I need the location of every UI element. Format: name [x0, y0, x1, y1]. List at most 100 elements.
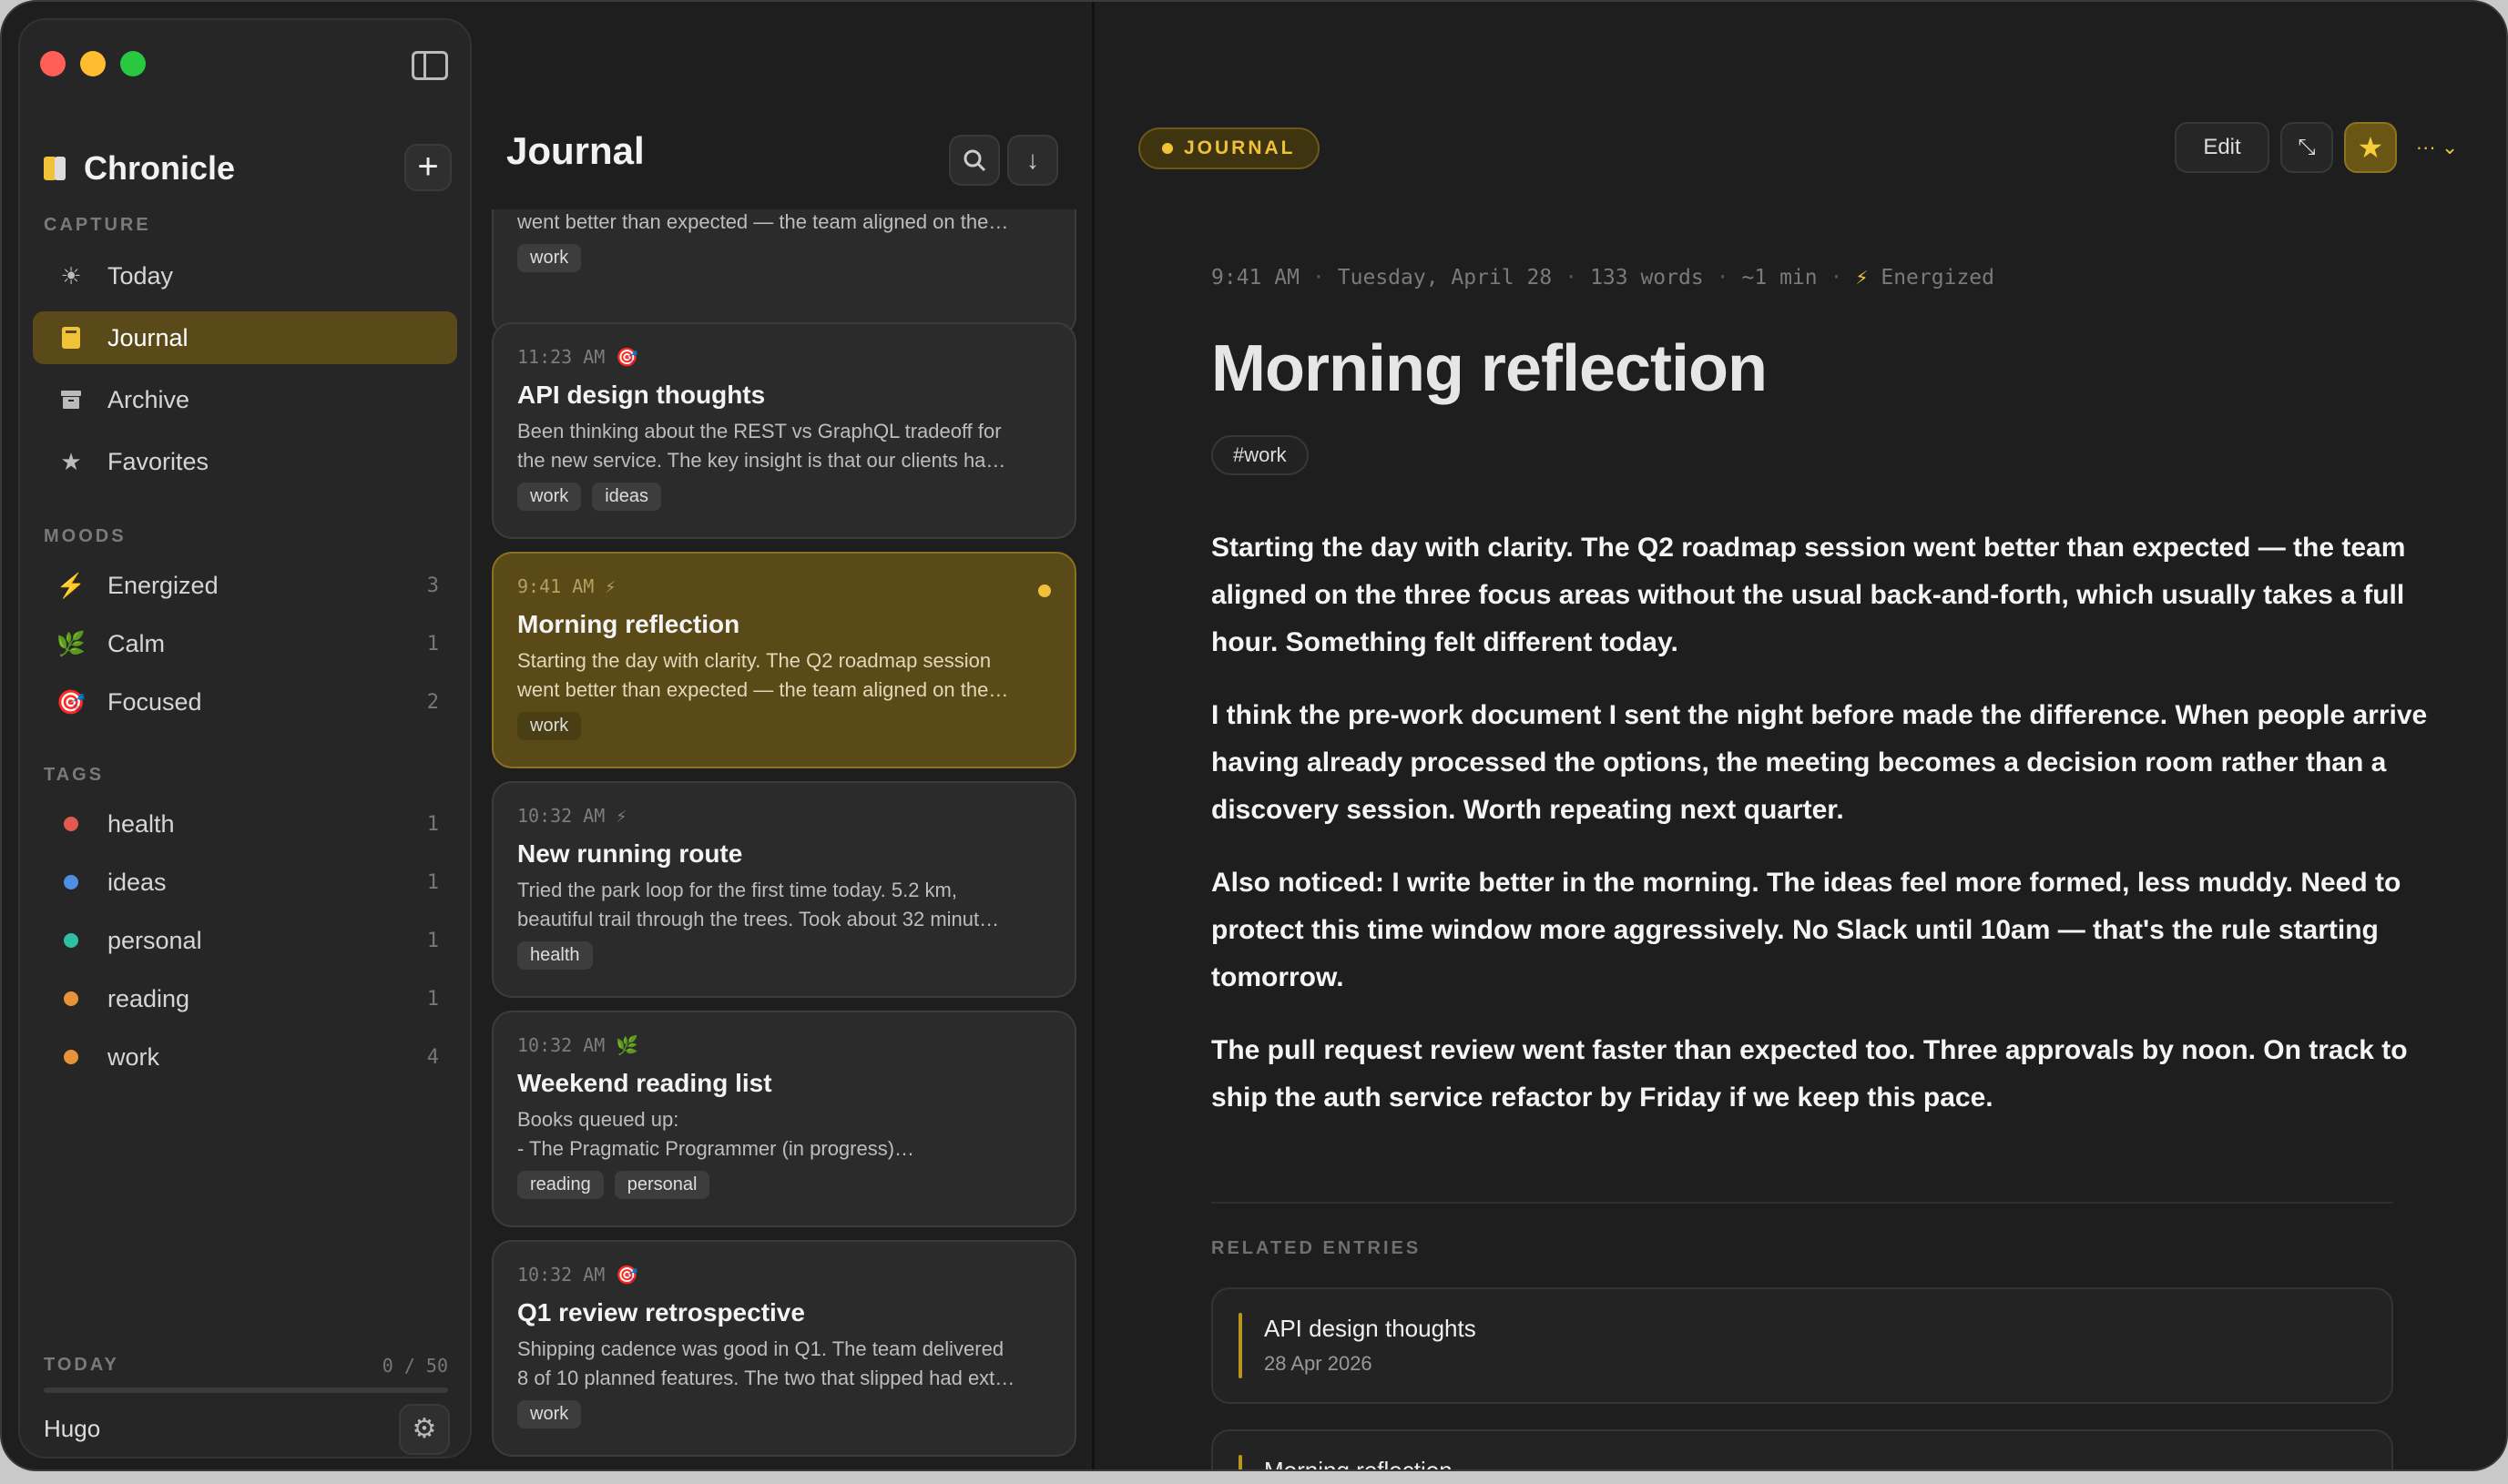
- entry-body[interactable]: Starting the day with clarity. The Q2 ro…: [1211, 524, 2432, 1147]
- unread-indicator: [1038, 584, 1051, 597]
- sidebar-item-energized[interactable]: ⚡ Energized 3: [33, 559, 457, 612]
- favorite-button[interactable]: ★: [2344, 122, 2397, 173]
- sidebar-item-label: Journal: [107, 323, 189, 351]
- tag-chip[interactable]: work: [517, 244, 582, 272]
- tag-chip[interactable]: work: [517, 483, 582, 511]
- card-tags: work: [517, 712, 1051, 740]
- list-title: Journal: [506, 129, 645, 172]
- entry-detail: JOURNAL Edit ⤡ ★ ··· ⌄ 9:41 AM · Tuesday,…: [1095, 2, 2506, 1469]
- card-title: Weekend reading list: [517, 1069, 772, 1097]
- new-entry-button[interactable]: +: [404, 144, 452, 191]
- expand-icon: ⤡: [2298, 135, 2316, 159]
- search-icon: [963, 149, 986, 172]
- sidebar-item-journal[interactable]: Journal: [33, 311, 457, 364]
- sidebar-item-tag-work[interactable]: work 4: [33, 1031, 457, 1083]
- tag-chip[interactable]: work: [517, 712, 582, 740]
- entry-list: Starting the day with clarity. The Q2 ro…: [492, 209, 1076, 1459]
- sidebar: Chronicle + CAPTURE ☀ Today Journal Arch…: [18, 18, 472, 1459]
- sidebar-item-label: health: [107, 809, 175, 838]
- user-name[interactable]: Hugo: [44, 1415, 100, 1443]
- sidebar-item-favorites[interactable]: ★ Favorites: [33, 435, 457, 488]
- sidebar-item-tag-ideas[interactable]: ideas 1: [33, 856, 457, 909]
- app-window: Chronicle + CAPTURE ☀ Today Journal Arch…: [0, 0, 2508, 1471]
- sidebar-item-tag-reading[interactable]: reading 1: [33, 972, 457, 1025]
- tags-section-label: TAGS: [44, 765, 105, 785]
- card-tags: health: [517, 941, 1051, 970]
- mood-count: 2: [426, 690, 439, 714]
- entry-card[interactable]: 10:32 AM 🌿 Weekend reading list Books que…: [492, 1011, 1076, 1227]
- capture-section-label: CAPTURE: [44, 215, 151, 235]
- entry-mood: Energized: [1881, 266, 1994, 290]
- tag-dot-icon: [58, 811, 84, 837]
- expand-button[interactable]: ⤡: [2280, 122, 2333, 173]
- tag-count: 1: [426, 987, 439, 1011]
- body-paragraph: The pull request review went faster than…: [1211, 1035, 2408, 1113]
- card-tags: reading personal: [517, 1171, 1051, 1199]
- zoom-window-button[interactable]: [120, 51, 146, 76]
- app-name: Chronicle: [84, 149, 236, 187]
- lightning-icon: ⚡: [605, 575, 617, 597]
- entry-date: Tuesday, April 28: [1337, 266, 1553, 290]
- card-meta: 11:23 AM 🎯: [517, 344, 1051, 370]
- body-paragraph: Also noticed: I write better in the morn…: [1211, 868, 2401, 992]
- sidebar-item-label: Calm: [107, 629, 166, 657]
- tag-chip[interactable]: health: [517, 941, 593, 970]
- minimize-window-button[interactable]: [80, 51, 106, 76]
- card-preview: Starting the day with clarity. The Q2 ro…: [517, 210, 1009, 233]
- tag-chip[interactable]: ideas: [592, 483, 662, 511]
- sidebar-item-tag-personal[interactable]: personal 1: [33, 914, 457, 967]
- read-time: ~1 min: [1741, 266, 1818, 290]
- entry-title: Morning reflection: [1211, 332, 1768, 405]
- tag-count: 1: [426, 870, 439, 894]
- sidebar-item-focused[interactable]: 🎯 Focused 2: [33, 676, 457, 728]
- sidebar-item-label: ideas: [107, 868, 167, 896]
- related-entry[interactable]: API design thoughts 28 Apr 2026: [1211, 1287, 2393, 1404]
- related-label: RELATED ENTRIES: [1211, 1238, 1422, 1258]
- sidebar-item-archive[interactable]: Archive: [33, 373, 457, 426]
- meta-separator: ·: [1830, 266, 1843, 290]
- tag-chip[interactable]: reading: [517, 1171, 604, 1199]
- entry-tag[interactable]: #work: [1211, 435, 1309, 475]
- mood-count: 1: [426, 632, 439, 656]
- related-date: 28 Apr 2026: [1264, 1352, 1372, 1375]
- card-time: 10:32 AM: [517, 805, 606, 827]
- related-title: API design thoughts: [1264, 1315, 1476, 1342]
- more-menu-button[interactable]: ··· ⌄: [2408, 122, 2466, 173]
- close-window-button[interactable]: [40, 51, 66, 76]
- arrow-down-icon: ↓: [1026, 146, 1039, 174]
- lightning-icon: ⚡: [616, 805, 627, 827]
- moods-section-label: MOODS: [44, 526, 127, 546]
- card-meta: 10:32 AM 🎯: [517, 1262, 1051, 1287]
- entry-card[interactable]: Starting the day with clarity. The Q2 ro…: [492, 209, 1076, 337]
- sidebar-toggle-icon[interactable]: [412, 51, 448, 80]
- entry-card[interactable]: 11:23 AM 🎯 API design thoughts Been think…: [492, 322, 1076, 539]
- sidebar-item-label: personal: [107, 926, 202, 954]
- card-time: 10:32 AM: [517, 1034, 606, 1056]
- card-title: Q1 review retrospective: [517, 1298, 805, 1326]
- card-preview: Starting the day with clarity. The Q2 ro…: [517, 649, 1009, 701]
- tag-chip[interactable]: personal: [614, 1171, 710, 1199]
- search-button[interactable]: [949, 135, 1000, 186]
- sidebar-item-today[interactable]: ☀ Today: [33, 249, 457, 302]
- badge-label: JOURNAL: [1184, 137, 1296, 158]
- sidebar-item-tag-health[interactable]: health 1: [33, 798, 457, 850]
- accent-bar: [1239, 1455, 1242, 1469]
- book-icon: [58, 325, 84, 351]
- edit-button[interactable]: Edit: [2175, 122, 2269, 173]
- related-entry[interactable]: Morning reflection: [1211, 1429, 2393, 1469]
- card-title: Morning reflection: [517, 610, 740, 638]
- card-preview: Tried the park loop for the first time t…: [517, 879, 1000, 930]
- card-preview: Been thinking about the REST vs GraphQL …: [517, 420, 1006, 472]
- entry-meta: 9:41 AM · Tuesday, April 28 · 133 words · ~…: [1211, 266, 1994, 290]
- sidebar-item-calm[interactable]: 🌿 Calm 1: [33, 617, 457, 670]
- entry-card[interactable]: 10:32 AM 🎯 Q1 review retrospective Shippi…: [492, 1240, 1076, 1457]
- card-tags: work: [517, 244, 1051, 272]
- entry-card[interactable]: 10:32 AM ⚡ New running route Tried the pa…: [492, 781, 1076, 998]
- sort-button[interactable]: ↓: [1007, 135, 1058, 186]
- tag-chip[interactable]: work: [517, 1400, 582, 1428]
- settings-button[interactable]: ⚙: [399, 1404, 450, 1455]
- section-badge: JOURNAL: [1138, 127, 1320, 169]
- entry-card-selected[interactable]: 9:41 AM ⚡ Morning reflection Starting the…: [492, 552, 1076, 768]
- sun-icon: ☀: [60, 261, 82, 290]
- target-icon: 🎯: [616, 1264, 639, 1286]
